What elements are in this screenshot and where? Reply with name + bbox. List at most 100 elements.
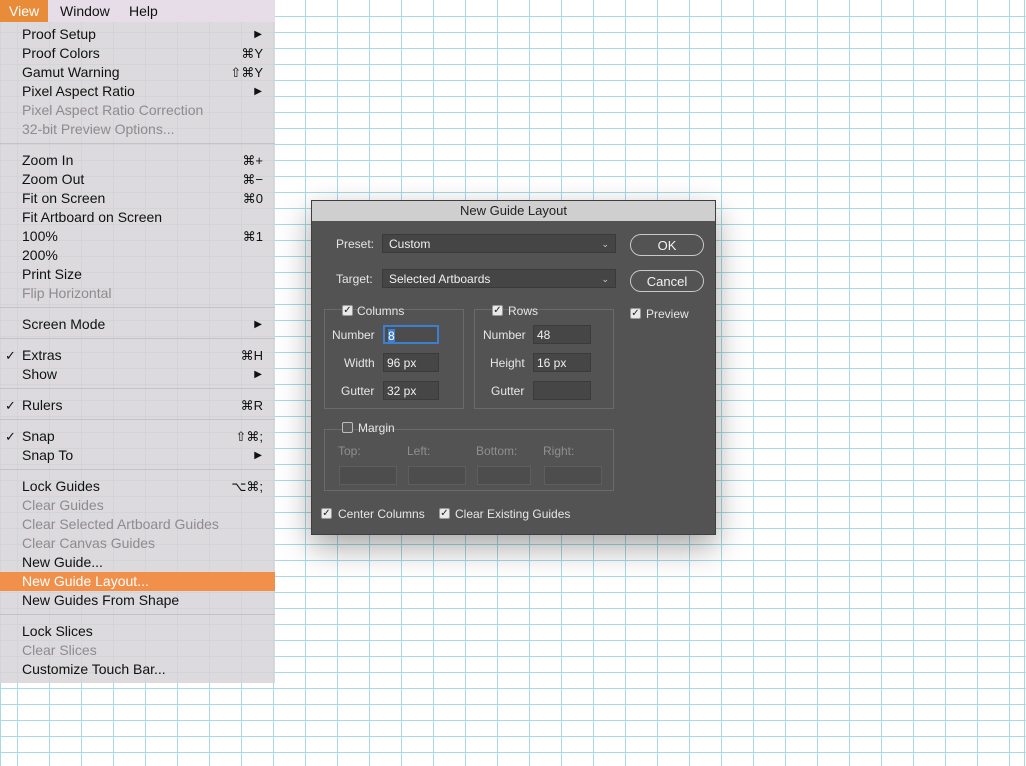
menu-item-label: Clear Guides <box>22 497 104 513</box>
vertical-guide <box>881 0 882 766</box>
columns-label: Columns <box>357 304 405 318</box>
margin-right-field[interactable] <box>544 466 602 485</box>
submenu-arrow-icon: ▶ <box>254 86 262 97</box>
menu-item-gamut-warning[interactable]: Gamut Warning ⇧⌘Y <box>0 63 275 82</box>
menu-item-label: Print Size <box>22 266 82 282</box>
rows-number-field[interactable]: 48 <box>533 325 591 344</box>
menu-separator <box>0 143 275 144</box>
horizontal-guide <box>0 688 1026 689</box>
menu-item-label: Rulers <box>22 397 63 413</box>
menu-item-show[interactable]: Show ▶ <box>0 365 275 384</box>
menu-help[interactable]: Help <box>120 0 167 22</box>
menu-item-shortcut: ⌘Y <box>241 46 263 61</box>
menu-item-fit-on-screen[interactable]: Fit on Screen ⌘0 <box>0 189 275 208</box>
menu-item-shortcut: ⇧⌘; <box>235 429 263 444</box>
menu-item-pixel-aspect-ratio-correction[interactable]: Pixel Aspect Ratio Correction <box>0 101 275 120</box>
horizontal-guide <box>0 752 1026 753</box>
vertical-guide <box>913 0 914 766</box>
vertical-guide <box>721 0 722 766</box>
menu-item-clear-slices[interactable]: Clear Slices <box>0 641 275 660</box>
menu-item-extras[interactable]: ✓ Extras ⌘H <box>0 346 275 365</box>
menu-item-snap-to[interactable]: Snap To ▶ <box>0 446 275 465</box>
menu-item-zoom-out[interactable]: Zoom Out ⌘− <box>0 170 275 189</box>
menu-item-shortcut: ⌘R <box>240 398 263 413</box>
menu-item-shortcut: ⌥⌘; <box>231 479 263 494</box>
margin-label: Margin <box>358 421 395 435</box>
menu-item-label: Zoom In <box>22 152 74 168</box>
menu-item-shortcut: ⌘H <box>240 348 263 363</box>
target-select[interactable]: Selected Artboards ⌄ <box>382 269 616 288</box>
menu-item-proof-setup[interactable]: Proof Setup ▶ <box>0 25 275 44</box>
vertical-guide <box>977 0 978 766</box>
margin-bottom-field[interactable] <box>477 466 531 485</box>
menu-item-pixel-aspect-ratio[interactable]: Pixel Aspect Ratio ▶ <box>0 82 275 101</box>
menu-item-32-bit-preview-options[interactable]: 32-bit Preview Options... <box>0 120 275 139</box>
margin-top-label: Top: <box>338 444 361 458</box>
menu-item-snap[interactable]: ✓ Snap ⇧⌘; <box>0 427 275 446</box>
margin-left-field[interactable] <box>408 466 466 485</box>
menu-item-label: Fit on Screen <box>22 190 106 206</box>
menu-item-clear-canvas-guides[interactable]: Clear Canvas Guides <box>0 534 275 553</box>
rows-gutter-label: Gutter <box>491 384 525 398</box>
menu-item-shortcut: ⌘+ <box>242 153 263 168</box>
menu-item-fit-artboard-on-screen[interactable]: Fit Artboard on Screen <box>0 208 275 227</box>
menu-item-zoom-in[interactable]: Zoom In ⌘+ <box>0 151 275 170</box>
menu-item-label: 200% <box>22 247 58 263</box>
rows-number-label: Number <box>483 328 526 342</box>
menu-separator <box>0 469 275 470</box>
cancel-button[interactable]: Cancel <box>630 270 704 292</box>
margin-top-field[interactable] <box>339 466 397 485</box>
columns-gutter-field[interactable]: 32 px <box>383 381 439 400</box>
menu-item-200[interactable]: 200% <box>0 246 275 265</box>
menu-item-label: Flip Horizontal <box>22 285 112 301</box>
menu-item-print-size[interactable]: Print Size <box>0 265 275 284</box>
menu-item-label: Proof Setup <box>22 26 96 42</box>
rows-checkbox[interactable]: ✓ <box>492 305 503 316</box>
rows-gutter-field[interactable] <box>533 381 591 400</box>
menu-item-clear-guides[interactable]: Clear Guides <box>0 496 275 515</box>
menu-item-label: Customize Touch Bar... <box>22 661 166 677</box>
menu-item-new-guide-layout[interactable]: New Guide Layout... <box>0 572 275 591</box>
columns-checkbox[interactable]: ✓ <box>342 305 353 316</box>
checkmark-icon: ✓ <box>5 348 16 363</box>
menu-item-label: Snap <box>22 428 55 444</box>
preset-label: Preset: <box>336 237 375 251</box>
target-label: Target: <box>336 272 373 286</box>
vertical-guide <box>305 0 306 766</box>
rows-height-field[interactable]: 16 px <box>533 353 591 372</box>
menu-item-screen-mode[interactable]: Screen Mode ▶ <box>0 315 275 334</box>
menu-item-label: Zoom Out <box>22 171 85 187</box>
vertical-guide <box>849 0 850 766</box>
margin-checkbox[interactable] <box>342 422 353 433</box>
menu-item-new-guides-from-shape[interactable]: New Guides From Shape <box>0 591 275 610</box>
menu-item-shortcut: ⌘0 <box>242 191 263 206</box>
clear-existing-checkbox[interactable]: ✓ <box>439 508 450 519</box>
menu-item-new-guide[interactable]: New Guide... <box>0 553 275 572</box>
clear-existing-label: Clear Existing Guides <box>455 507 571 521</box>
menu-item-lock-guides[interactable]: Lock Guides ⌥⌘; <box>0 477 275 496</box>
menu-item-label: Snap To <box>22 447 74 463</box>
columns-number-field[interactable]: 8 <box>383 325 439 344</box>
menu-item-rulers[interactable]: ✓ Rulers ⌘R <box>0 396 275 415</box>
margin-left-label: Left: <box>407 444 431 458</box>
menu-item-lock-slices[interactable]: Lock Slices <box>0 622 275 641</box>
menu-item-label: 100% <box>22 228 58 244</box>
menu-item-customize-touch-bar[interactable]: Customize Touch Bar... <box>0 660 275 679</box>
preview-checkbox[interactable]: ✓ <box>630 308 641 319</box>
menu-item-100[interactable]: 100% ⌘1 <box>0 227 275 246</box>
rows-label: Rows <box>508 304 539 318</box>
ok-button[interactable]: OK <box>630 234 704 256</box>
menu-item-label: New Guide... <box>22 554 103 570</box>
menu-item-clear-selected-artboard-guides[interactable]: Clear Selected Artboard Guides <box>0 515 275 534</box>
menu-view[interactable]: View <box>0 0 49 22</box>
submenu-arrow-icon: ▶ <box>254 369 262 380</box>
checkmark-icon: ✓ <box>5 398 16 413</box>
columns-width-field[interactable]: 96 px <box>383 353 439 372</box>
menu-item-flip-horizontal[interactable]: Flip Horizontal <box>0 284 275 303</box>
preset-select[interactable]: Custom ⌄ <box>382 234 616 253</box>
preset-value: Custom <box>389 237 431 251</box>
columns-width-label: Width <box>344 356 375 370</box>
menu-window[interactable]: Window <box>51 0 119 22</box>
center-columns-checkbox[interactable]: ✓ <box>321 508 332 519</box>
menu-item-proof-colors[interactable]: Proof Colors ⌘Y <box>0 44 275 63</box>
